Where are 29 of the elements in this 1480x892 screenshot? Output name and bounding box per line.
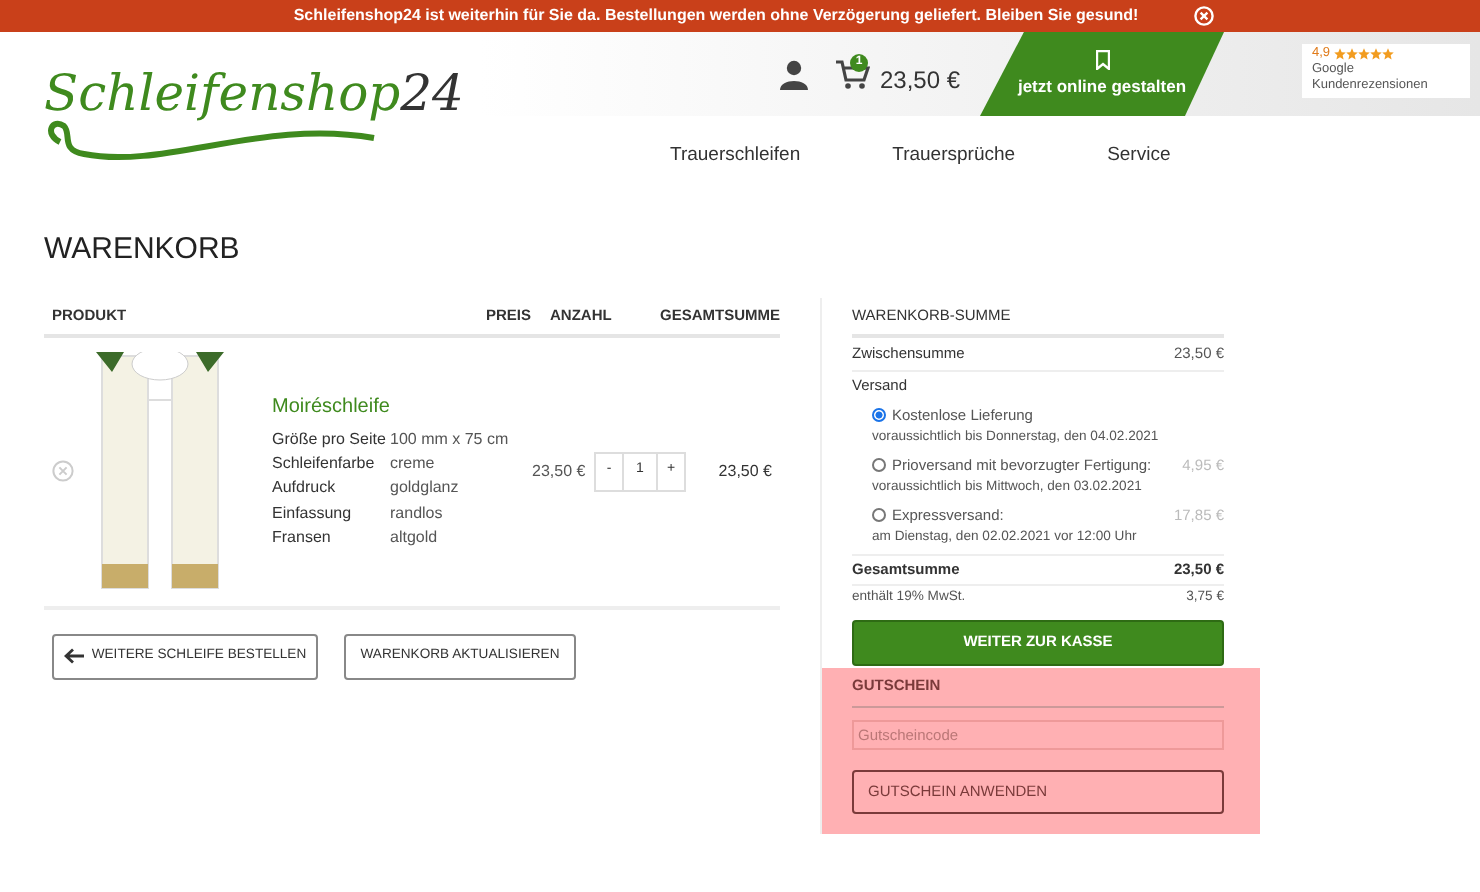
line-total: 23,50 € bbox=[716, 459, 774, 483]
attribute-label: Fransen bbox=[272, 525, 333, 550]
nav-link[interactable]: Trauerschleifen bbox=[670, 142, 801, 170]
radio-button[interactable] bbox=[872, 458, 886, 472]
cart-total[interactable]: 23,50 € bbox=[880, 62, 961, 98]
attribute-label: Schleifenfarbe bbox=[272, 452, 377, 477]
radio-button[interactable] bbox=[872, 408, 886, 422]
arrow-left-icon bbox=[63, 648, 84, 664]
logo-text[interactable]: Schleifenshop bbox=[44, 68, 401, 118]
attribute-value: 100 mm x 75 cm bbox=[390, 427, 509, 452]
nav-link[interactable]: Trauersprüche bbox=[892, 142, 1016, 170]
user-icon[interactable] bbox=[780, 60, 808, 90]
close-icon[interactable] bbox=[1194, 6, 1214, 26]
attribute-label: Aufdruck bbox=[272, 476, 338, 501]
attribute-value: altgold bbox=[390, 525, 438, 550]
product-name[interactable]: Moiréschleife bbox=[272, 391, 532, 422]
nav-link[interactable]: Service bbox=[1107, 142, 1171, 170]
attribute-value: goldglanz bbox=[390, 476, 459, 501]
attribute-value: creme bbox=[390, 452, 435, 477]
bookmark-icon bbox=[1095, 49, 1109, 70]
page-title: WARENKORB bbox=[44, 230, 242, 270]
attribute-value: randlos bbox=[390, 501, 443, 526]
attribute-label: Größe pro Seite bbox=[272, 427, 388, 452]
unit-price: 23,50 € bbox=[532, 459, 588, 483]
attribute-label: Einfassung bbox=[272, 501, 354, 526]
radio-button[interactable] bbox=[872, 508, 886, 522]
cart-icon[interactable] bbox=[836, 60, 870, 90]
logo-number[interactable]: 24 bbox=[400, 68, 464, 118]
notice-text: Schleifenshop24 ist weiterhin für Sie da. Bestellungen werden ohne Verzögerung geliefert. Bleiben Sie gesund! bbox=[293, 4, 1139, 28]
